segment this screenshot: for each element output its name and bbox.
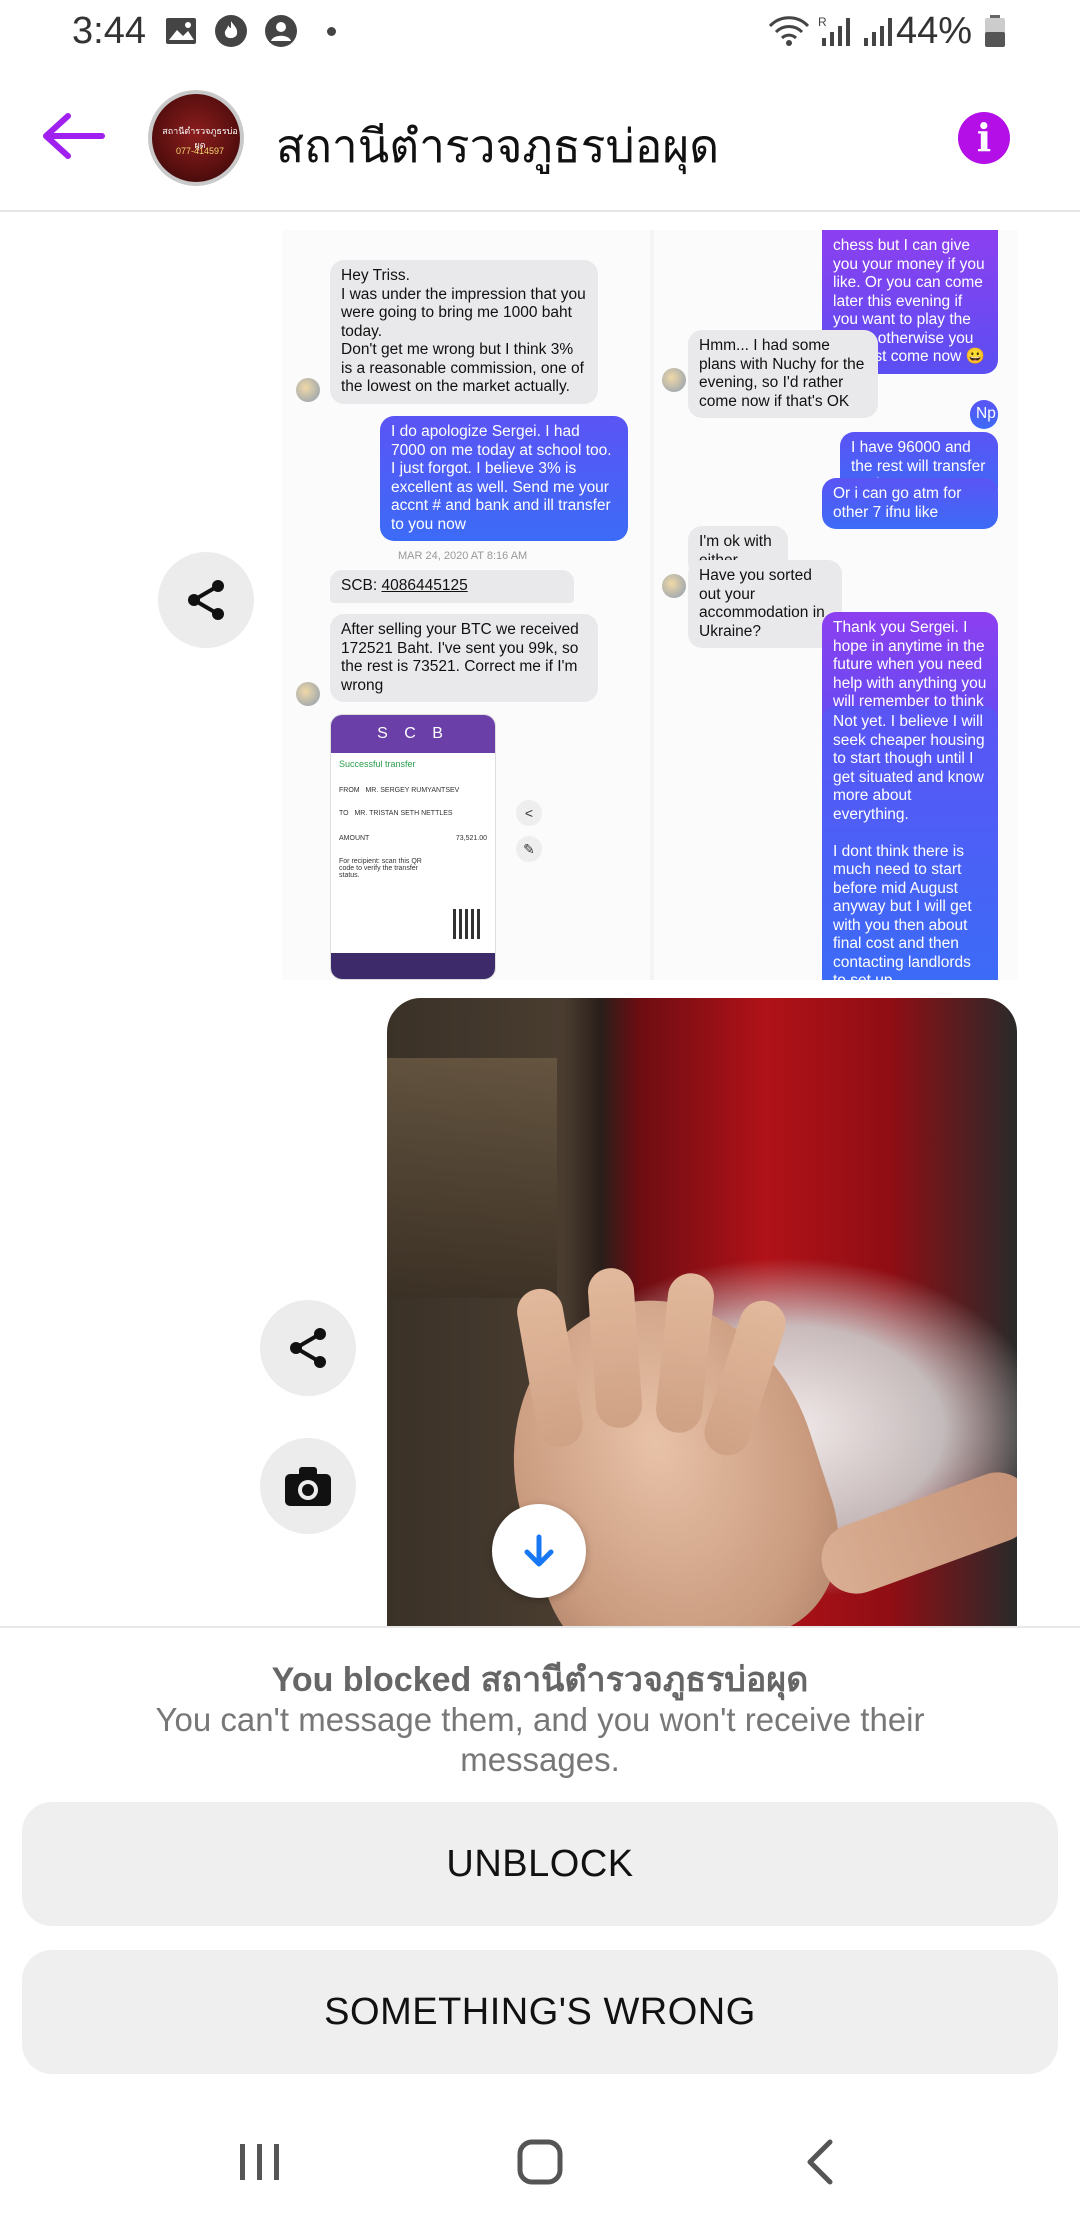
blocked-title: You blocked สถานีตำรวจภูธรบ่อผุด <box>0 1652 1080 1706</box>
screenshot-message: Hey Triss. I was under the impression th… <box>330 260 598 404</box>
wifi-icon <box>768 16 810 46</box>
tinder-flame-icon <box>215 15 247 47</box>
account-icon <box>265 15 297 47</box>
screenshot-message: Or i can go atm for other 7 ifnu like <box>822 478 998 529</box>
screenshot-edit-icon: ✎ <box>516 836 542 862</box>
photo-thumb <box>811 1462 1017 1604</box>
camera-button[interactable] <box>260 1438 356 1534</box>
scb-label: SCB: <box>341 577 378 594</box>
photo-background-shelf <box>387 1058 557 1298</box>
screenshot-avatar <box>296 378 320 402</box>
receipt-from-label: FROM <box>339 787 360 794</box>
nav-back-icon[interactable] <box>800 2138 840 2186</box>
screenshot-left-panel: Hey Triss. I was under the impression th… <box>282 230 650 980</box>
conversation-header: สถานีตำรวจภูธรบ่อผุด 077-414597 สถานีตำร… <box>0 62 1080 212</box>
blocked-footer: You blocked สถานีตำรวจภูธรบ่อผุด You can… <box>0 1626 1080 2220</box>
screenshot-message: SCB: 4086445125 <box>330 570 574 603</box>
unblock-button[interactable]: UNBLOCK <box>22 1802 1058 1926</box>
receipt-to-name: MR. TRISTAN SETH NETTLES <box>354 810 453 817</box>
status-time: 3:44 <box>72 10 146 52</box>
something-wrong-button[interactable]: SOMETHING'S WRONG <box>22 1950 1058 2074</box>
receipt-to-label: TO <box>339 810 349 817</box>
signal-icon-1: R <box>818 15 850 46</box>
status-bar: 3:44 R 44% <box>0 0 1080 62</box>
signal-icon-2 <box>864 18 892 46</box>
blocked-prefix: You blocked <box>271 1661 472 1699</box>
contact-avatar[interactable]: สถานีตำรวจภูธรบ่อผุด 077-414597 <box>148 90 244 186</box>
info-icon[interactable]: i <box>958 112 1010 164</box>
blocked-subtitle: You can't message them, and you won't re… <box>155 1701 925 1778</box>
camera-icon <box>285 1467 331 1506</box>
recent-apps-icon[interactable] <box>230 2140 290 2184</box>
share-button[interactable] <box>158 552 254 648</box>
screenshot-right-panel: chess but I can give you your money if y… <box>654 230 1018 980</box>
gallery-icon <box>166 18 196 44</box>
scb-logo: S C B <box>331 715 495 753</box>
screenshot-avatar <box>662 368 686 392</box>
screenshot-message: I do apologize Sergei. I had 7000 on me … <box>380 416 628 541</box>
share-icon <box>188 580 224 620</box>
screenshot-message: Hmm... I had some plans with Nuchy for t… <box>688 330 878 418</box>
contact-name[interactable]: สถานีตำรวจภูธรบ่อผุด <box>276 110 719 183</box>
screenshot-message: Have you sorted out your accommodation i… <box>688 560 842 648</box>
screenshot-timestamp: MAR 24, 2020 AT 8:16 AM <box>398 550 528 562</box>
screenshot-avatar <box>296 682 320 706</box>
share-button[interactable] <box>260 1300 356 1396</box>
shared-photo[interactable] <box>387 998 1017 1628</box>
screenshot-share-icon: < <box>516 800 542 826</box>
home-icon[interactable] <box>516 2138 564 2186</box>
screenshot-avatar <box>662 574 686 598</box>
photo-finger <box>586 1266 644 1430</box>
receipt-footer-art <box>331 953 495 979</box>
svg-text:R: R <box>818 15 827 29</box>
scb-number: 4086445125 <box>381 577 468 594</box>
screenshot-message: Not yet. I believe I will seek cheaper h… <box>822 706 998 980</box>
blocked-name: สถานีตำรวจภูธรบ่อผุด <box>480 1661 809 1699</box>
back-arrow-icon[interactable] <box>38 108 110 164</box>
shared-screenshot-image[interactable]: Hey Triss. I was under the impression th… <box>282 230 1018 980</box>
receipt-amount-label: AMOUNT <box>339 835 370 842</box>
scb-receipt: S C B Successful transfer FROM MR. SERGE… <box>330 714 496 980</box>
receipt-status: Successful transfer <box>339 759 416 769</box>
receipt-note: For recipient: scan this QR code to veri… <box>339 858 422 879</box>
battery-icon <box>985 15 1005 47</box>
receipt-from-name: MR. SERGEY RUMYANTSEV <box>365 787 460 794</box>
scroll-to-bottom-button[interactable] <box>492 1504 586 1598</box>
screenshot-message: Np <box>970 400 998 429</box>
arrow-down-icon <box>524 1534 554 1567</box>
notification-dot-icon <box>327 27 336 36</box>
battery-percent: 44% <box>895 10 972 52</box>
receipt-qr-code <box>453 909 483 939</box>
receipt-amount: 73,521.00 <box>455 835 487 842</box>
message-list[interactable]: Hey Triss. I was under the impression th… <box>0 214 1080 1628</box>
avatar-phone: 077-414597 <box>175 146 225 156</box>
share-icon <box>290 1328 326 1368</box>
screenshot-message: After selling your BTC we received 17252… <box>330 614 598 702</box>
